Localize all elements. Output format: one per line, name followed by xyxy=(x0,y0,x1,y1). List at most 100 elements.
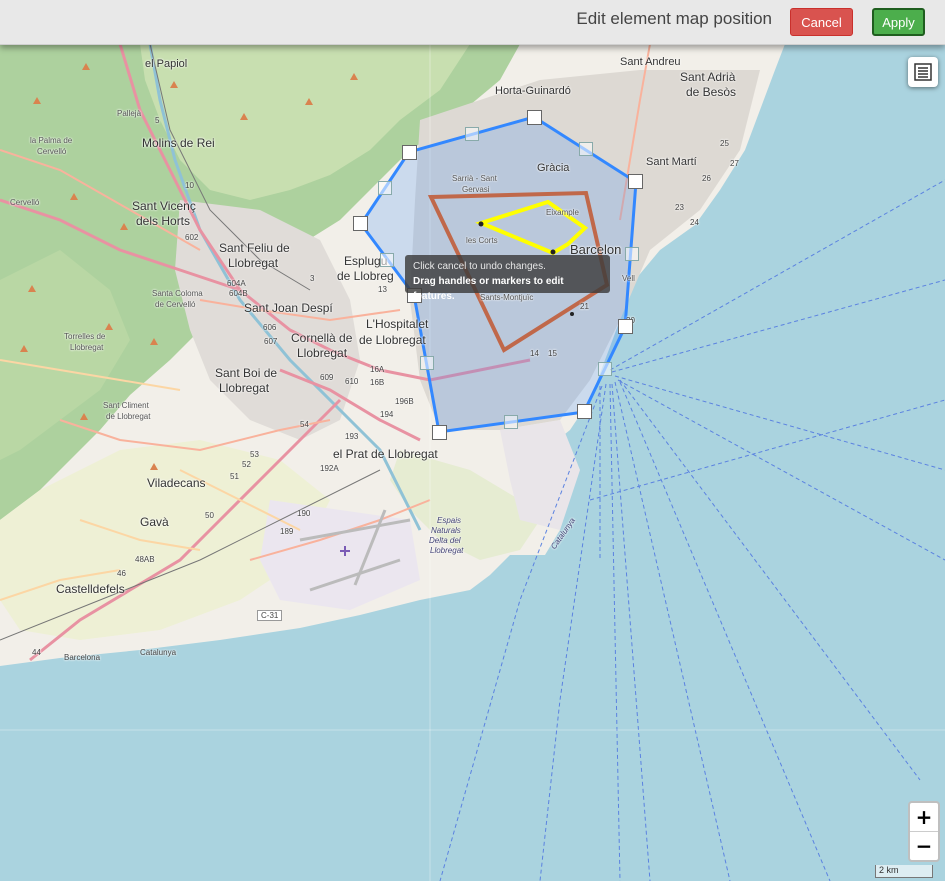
vertex-handle[interactable] xyxy=(527,110,542,125)
road-label: Catalunya xyxy=(140,648,177,657)
road-number: 607 xyxy=(264,337,278,346)
zoom-in-button[interactable]: + xyxy=(910,803,938,832)
place-label: Delta del xyxy=(429,536,461,545)
place-label: Llobregat xyxy=(228,256,279,270)
place-label: Sant Martí xyxy=(646,156,697,168)
place-label: Gràcia xyxy=(537,162,570,174)
place-label: Sant Feliu de xyxy=(219,241,290,255)
place-label: Sarrià - Sant xyxy=(452,174,497,183)
place-label: Gervasi xyxy=(462,185,490,194)
place-label: Sant Boi de xyxy=(215,366,278,380)
road-number: 26 xyxy=(702,174,711,183)
place-label: Sant Vicenç xyxy=(132,199,196,213)
place-label: dels Horts xyxy=(136,214,191,228)
place-label: Pallejà xyxy=(117,109,142,118)
road-number: 52 xyxy=(242,460,251,469)
place-label: Santa Coloma xyxy=(152,289,203,298)
road-label: C-31 xyxy=(257,610,283,621)
place-label: Gavà xyxy=(140,515,169,529)
place-label: Llobregat xyxy=(297,346,348,360)
place-label: de Llobregat xyxy=(106,412,151,421)
vertex-handle[interactable] xyxy=(353,216,368,231)
midpoint-handle[interactable] xyxy=(579,142,593,156)
layers-control-button[interactable] xyxy=(908,57,938,87)
road-number: 27 xyxy=(730,159,739,168)
road-number: 604A xyxy=(227,279,246,288)
midpoint-handle[interactable] xyxy=(420,356,434,370)
vertex-handle[interactable] xyxy=(618,319,633,334)
road-label: Barcelona xyxy=(64,653,101,662)
place-label: Eixample xyxy=(546,208,579,217)
midpoint-handle[interactable] xyxy=(504,415,518,429)
road-number: 25 xyxy=(720,139,729,148)
place-label: la Palma de xyxy=(30,136,73,145)
zoom-out-button[interactable]: − xyxy=(910,832,938,860)
place-label: Naturals xyxy=(431,526,461,535)
place-label: Sant Adrià xyxy=(680,70,736,84)
vertex-handle[interactable] xyxy=(432,425,447,440)
place-label: Llobregat xyxy=(70,343,104,352)
road-number: 606 xyxy=(263,323,277,332)
place-label: Sant Joan Despí xyxy=(244,301,333,315)
place-label: Sant Climent xyxy=(103,401,149,410)
map-canvas[interactable]: el Papiol Sant Andreu Sant Adrià de Besò… xyxy=(0,44,945,881)
road-number: 3 xyxy=(310,274,315,283)
place-label: de Llobreg xyxy=(337,269,394,283)
place-label: Sant Andreu xyxy=(620,56,681,68)
place-label: de Cervelló xyxy=(155,300,196,309)
place-label: de Llobregat xyxy=(359,333,426,347)
place-label: Cervelló xyxy=(37,147,67,156)
midpoint-handle[interactable] xyxy=(465,127,479,141)
polyline-vertex-marker xyxy=(550,249,556,255)
road-number: 48AB xyxy=(135,555,155,564)
place-label: el Prat de Llobregat xyxy=(333,447,438,461)
place-label: Cervelló xyxy=(10,198,40,207)
place-label: de Besòs xyxy=(686,85,737,99)
road-number: 16A xyxy=(370,365,385,374)
midpoint-handle[interactable] xyxy=(598,362,612,376)
road-number: 193 xyxy=(345,432,359,441)
tooltip-line-2: Drag handles or markers to edit features… xyxy=(413,276,564,302)
place-label: Viladecans xyxy=(147,476,206,490)
place-label: el Papiol xyxy=(145,58,188,70)
road-number: 196B xyxy=(395,397,414,406)
vertex-handle[interactable] xyxy=(402,145,417,160)
place-label: les Corts xyxy=(466,236,498,245)
road-number: 190 xyxy=(297,509,311,518)
road-number: 46 xyxy=(117,569,126,578)
vertex-handle[interactable] xyxy=(577,404,592,419)
road-number: 189 xyxy=(280,527,294,536)
road-number: 602 xyxy=(185,233,199,242)
road-number: 194 xyxy=(380,410,394,419)
road-number: 16B xyxy=(370,378,385,387)
tooltip-line-1: Click cancel to undo changes. xyxy=(413,261,546,272)
edit-tooltip: Click cancel to undo changes. Drag handl… xyxy=(405,255,610,302)
road-number: 14 xyxy=(530,349,539,358)
vertex-handle[interactable] xyxy=(628,174,643,189)
place-label: Vell xyxy=(622,274,635,283)
midpoint-handle[interactable] xyxy=(625,247,639,261)
place-label: Cornellà de xyxy=(291,331,353,345)
marker-dot xyxy=(570,312,574,316)
road-number: 23 xyxy=(675,203,684,212)
road-number: 5 xyxy=(155,116,160,125)
road-number: 192A xyxy=(320,464,339,473)
place-label: Espais xyxy=(437,516,462,525)
road-number: 15 xyxy=(548,349,557,358)
map-base-svg xyxy=(0,44,945,881)
apply-button[interactable]: Apply xyxy=(872,8,925,36)
road-number: 50 xyxy=(205,511,214,520)
road-number: 13 xyxy=(378,285,387,294)
midpoint-handle[interactable] xyxy=(378,181,392,195)
road-number: 51 xyxy=(230,472,239,481)
cancel-button[interactable]: Cancel xyxy=(790,8,853,36)
road-number: 54 xyxy=(300,420,309,429)
road-number: 44 xyxy=(32,648,41,657)
place-label: Llobregat xyxy=(430,546,464,555)
place-label: Horta-Guinardó xyxy=(495,85,571,97)
road-number: 24 xyxy=(690,218,699,227)
edit-toolbar: Edit element map position Cancel Apply xyxy=(0,0,945,45)
zoom-control: + − xyxy=(908,801,940,862)
road-number: 604B xyxy=(229,289,248,298)
midpoint-handle[interactable] xyxy=(380,253,394,267)
